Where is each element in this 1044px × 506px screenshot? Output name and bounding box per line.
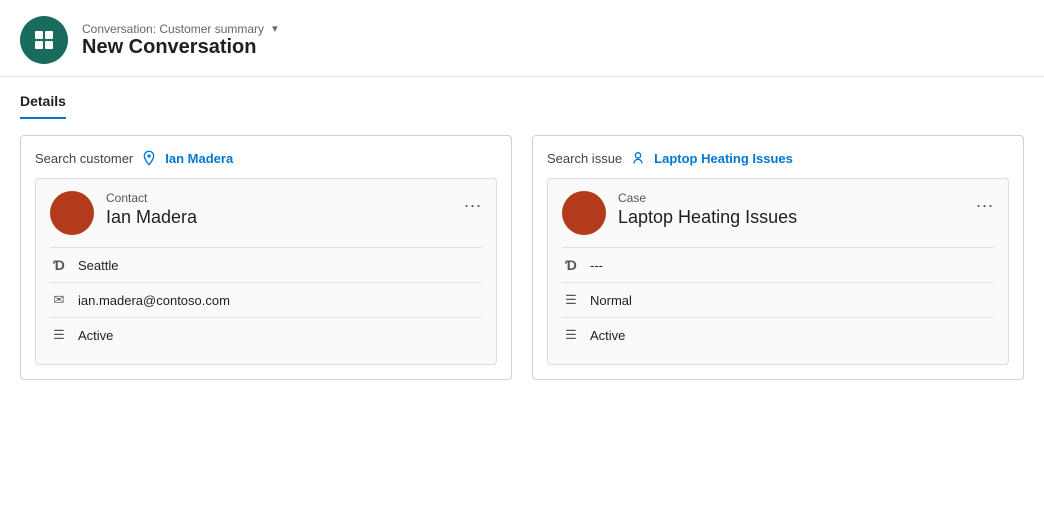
customer-avatar [50, 191, 94, 235]
main-content: Search customer Ian Madera Contact Ian M… [0, 119, 1044, 396]
customer-email: ian.madera@contoso.com [78, 293, 230, 308]
customer-card-type: Contact [106, 191, 464, 205]
issue-search-row: Search issue Laptop Heating Issues [547, 150, 1009, 166]
issue-detail-row-priority: ☰ Normal [562, 282, 994, 317]
issue-detail-row-id: Ɗ --- [562, 247, 994, 282]
header-text-block: Conversation: Customer summary ▾ New Con… [82, 22, 278, 59]
issue-priority: Normal [590, 293, 632, 308]
issue-card-name: Laptop Heating Issues [618, 207, 976, 228]
tabs-bar: Details [0, 77, 1044, 119]
customer-location: Seattle [78, 258, 118, 273]
issue-card-header: Case Laptop Heating Issues ... [562, 191, 994, 235]
status-icon: ☰ [50, 326, 68, 344]
location-icon: Ɗ [50, 256, 68, 274]
issue-avatar [562, 191, 606, 235]
issue-id-icon: Ɗ [562, 256, 580, 274]
issue-panel: Search issue Laptop Heating Issues Case … [532, 135, 1024, 380]
customer-status: Active [78, 328, 113, 343]
customer-card: Contact Ian Madera ... Ɗ Seattle ✉ ian.m… [35, 178, 497, 365]
customer-search-row: Search customer Ian Madera [35, 150, 497, 166]
customer-card-header: Contact Ian Madera ... [50, 191, 482, 235]
customer-detail-row-status: ☰ Active [50, 317, 482, 352]
customer-panel: Search customer Ian Madera Contact Ian M… [20, 135, 512, 380]
customer-card-details: Ɗ Seattle ✉ ian.madera@contoso.com ☰ Act… [50, 247, 482, 352]
customer-card-menu[interactable]: ... [464, 191, 482, 212]
issue-card-details: Ɗ --- ☰ Normal ☰ Active [562, 247, 994, 352]
issue-status: Active [590, 328, 625, 343]
customer-detail-row-location: Ɗ Seattle [50, 247, 482, 282]
priority-icon: ☰ [562, 291, 580, 309]
breadcrumb[interactable]: Conversation: Customer summary ▾ [82, 22, 278, 36]
issue-card-type: Case [618, 191, 976, 205]
email-icon: ✉ [50, 291, 68, 309]
issue-search-icon [630, 150, 646, 166]
issue-status-icon: ☰ [562, 326, 580, 344]
page-title: New Conversation [82, 36, 278, 59]
issue-id: --- [590, 258, 603, 273]
customer-search-label: Search customer [35, 151, 133, 166]
customer-card-name: Ian Madera [106, 207, 464, 228]
customer-search-icon [141, 150, 157, 166]
issue-card: Case Laptop Heating Issues ... Ɗ --- ☰ N… [547, 178, 1009, 365]
customer-detail-row-email: ✉ ian.madera@contoso.com [50, 282, 482, 317]
issue-search-label: Search issue [547, 151, 622, 166]
breadcrumb-text: Conversation: Customer summary [82, 22, 264, 36]
app-icon [20, 16, 68, 64]
issue-search-value[interactable]: Laptop Heating Issues [654, 151, 793, 166]
issue-card-menu[interactable]: ... [976, 191, 994, 212]
customer-title-wrap: Contact Ian Madera [106, 191, 464, 228]
issue-title-wrap: Case Laptop Heating Issues [618, 191, 976, 228]
breadcrumb-chevron[interactable]: ▾ [272, 22, 278, 35]
customer-search-value[interactable]: Ian Madera [165, 151, 233, 166]
tab-details[interactable]: Details [20, 93, 66, 119]
app-header: Conversation: Customer summary ▾ New Con… [0, 0, 1044, 77]
issue-detail-row-status: ☰ Active [562, 317, 994, 352]
